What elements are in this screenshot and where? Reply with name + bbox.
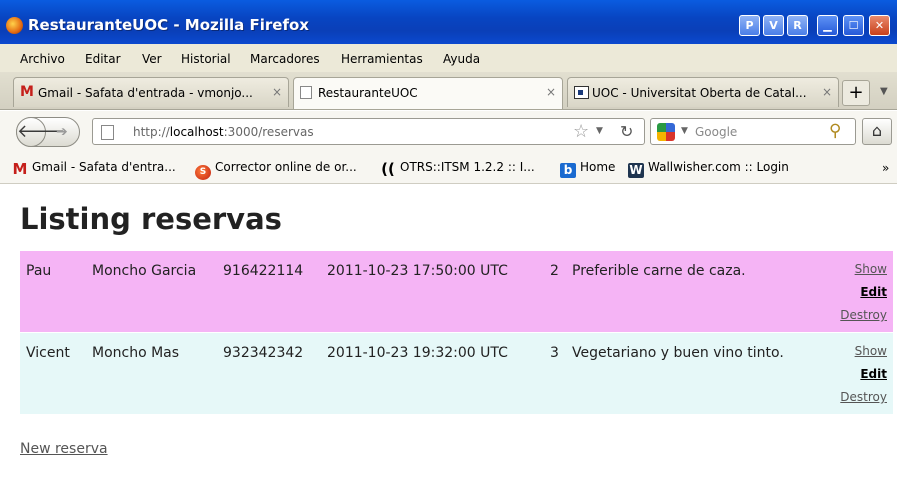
- minimize-button[interactable]: ▁: [817, 15, 838, 36]
- page-icon: [300, 86, 312, 99]
- search-icon[interactable]: ⚲: [829, 121, 841, 141]
- google-icon[interactable]: [657, 123, 675, 141]
- firefox-icon: [6, 17, 23, 34]
- back-arrow-icon[interactable]: 🡐: [16, 117, 65, 147]
- menu-ayuda[interactable]: Ayuda: [443, 52, 480, 66]
- cell-notes: Vegetariano y buen vino tinto.: [572, 345, 784, 361]
- bookmark-home[interactable]: b Home: [560, 160, 615, 178]
- bookmark-gmail[interactable]: M Gmail - Safata d'entra...: [12, 160, 176, 177]
- close-tab-icon[interactable]: ×: [272, 85, 282, 99]
- r-extension-icon[interactable]: R: [787, 15, 808, 36]
- destroy-link[interactable]: Destroy: [840, 308, 887, 322]
- home-icon[interactable]: ⌂: [862, 118, 892, 145]
- maximize-button[interactable]: ☐: [843, 15, 864, 36]
- bookmark-otrs[interactable]: ((OTRS::ITSM 1.2.2 :: I...: [380, 160, 535, 177]
- bookmark-wallwisher[interactable]: W Wallwisher.com :: Login: [628, 160, 789, 178]
- url-text[interactable]: http://localhost:3000/reservas: [133, 125, 314, 139]
- menu-historial[interactable]: Historial: [181, 52, 231, 66]
- menu-herramientas[interactable]: Herramientas: [341, 52, 423, 66]
- tab-label: UOC - Universitat Oberta de Catal...: [592, 86, 807, 100]
- wallwisher-icon: W: [628, 163, 644, 178]
- v-extension-icon[interactable]: V: [763, 15, 784, 36]
- cell-surname: Moncho Garcia: [92, 263, 197, 279]
- cell-name: Vicent: [26, 345, 70, 361]
- cell-surname: Moncho Mas: [92, 345, 180, 361]
- url-bar[interactable]: http://localhost:3000/reservas ☆ ▼ ↻: [92, 118, 645, 145]
- tab-label: RestauranteUOC: [318, 86, 418, 100]
- cell-name: Pau: [26, 263, 52, 279]
- menu-marcadores[interactable]: Marcadores: [250, 52, 320, 66]
- menu-archivo[interactable]: Archivo: [20, 52, 65, 66]
- tab-restauranteuoc[interactable]: RestauranteUOC ×: [293, 77, 563, 109]
- bookmark-corrector[interactable]: S Corrector online de or...: [195, 160, 357, 180]
- table-row: Pau Moncho Garcia 916422114 2011-10-23 1…: [20, 251, 893, 332]
- gmail-icon: M: [20, 84, 34, 100]
- tab-strip: M Gmail - Safata d'entrada - vmonjo... ×…: [0, 72, 897, 110]
- window-title: RestauranteUOC - Mozilla Firefox: [28, 16, 309, 34]
- new-tab-button[interactable]: +: [842, 80, 870, 106]
- table-row: Vicent Moncho Mas 932342342 2011-10-23 1…: [20, 333, 893, 414]
- cell-phone: 932342342: [223, 345, 304, 361]
- otrs-icon: ((: [381, 160, 395, 178]
- close-window-button[interactable]: ✕: [869, 15, 890, 36]
- forward-arrow-icon[interactable]: ➔: [56, 124, 68, 140]
- cell-phone: 916422114: [223, 263, 304, 279]
- menu-ver[interactable]: Ver: [142, 52, 162, 66]
- cell-people: 2: [550, 263, 559, 279]
- page-icon: [101, 125, 114, 140]
- page-content: Listing reservas Pau Moncho Garcia 91642…: [0, 185, 897, 495]
- url-dropdown-icon[interactable]: ▼: [596, 126, 603, 136]
- edit-link[interactable]: Edit: [860, 367, 887, 381]
- search-bar[interactable]: ▼ Google ⚲: [650, 118, 856, 145]
- show-link[interactable]: Show: [855, 262, 887, 276]
- tab-label: Gmail - Safata d'entrada - vmonjo...: [38, 86, 253, 100]
- more-bookmarks-icon[interactable]: »: [882, 161, 889, 175]
- edit-link[interactable]: Edit: [860, 285, 887, 299]
- reload-icon[interactable]: ↻: [620, 122, 633, 141]
- tab-uoc[interactable]: UOC - Universitat Oberta de Catal... ×: [567, 77, 839, 107]
- close-tab-icon[interactable]: ×: [822, 85, 832, 99]
- search-input[interactable]: Google: [695, 125, 737, 139]
- cell-people: 3: [550, 345, 559, 361]
- home-b-icon: b: [560, 163, 576, 178]
- new-reserva-link[interactable]: New reserva: [20, 441, 108, 457]
- gmail-icon: M: [12, 160, 28, 178]
- bookmark-star-icon[interactable]: ☆: [573, 121, 589, 142]
- window-title-bar[interactable]: RestauranteUOC - Mozilla Firefox P V R ▁…: [0, 0, 897, 44]
- cell-date: 2011-10-23 19:32:00 UTC: [327, 345, 508, 361]
- menu-editar[interactable]: Editar: [85, 52, 121, 66]
- show-link[interactable]: Show: [855, 344, 887, 358]
- search-engine-dropdown-icon[interactable]: ▼: [681, 126, 688, 136]
- cell-date: 2011-10-23 17:50:00 UTC: [327, 263, 508, 279]
- close-tab-icon[interactable]: ×: [546, 85, 556, 99]
- corrector-icon: S: [195, 165, 211, 180]
- destroy-link[interactable]: Destroy: [840, 390, 887, 404]
- tab-gmail[interactable]: M Gmail - Safata d'entrada - vmonjo... ×: [13, 77, 289, 107]
- navigation-toolbar: 🡐 ➔ http://localhost:3000/reservas ☆ ▼ ↻…: [0, 111, 897, 152]
- bookmarks-bar: M Gmail - Safata d'entra... S Corrector on…: [0, 152, 897, 184]
- cell-notes: Preferible carne de caza.: [572, 263, 746, 279]
- menu-bar: Archivo Editar Ver Historial Marcadores …: [0, 44, 897, 72]
- uoc-icon: [574, 86, 589, 99]
- page-title: Listing reservas: [20, 202, 282, 236]
- chevron-down-icon[interactable]: ▼: [880, 86, 888, 97]
- p-extension-icon[interactable]: P: [739, 15, 760, 36]
